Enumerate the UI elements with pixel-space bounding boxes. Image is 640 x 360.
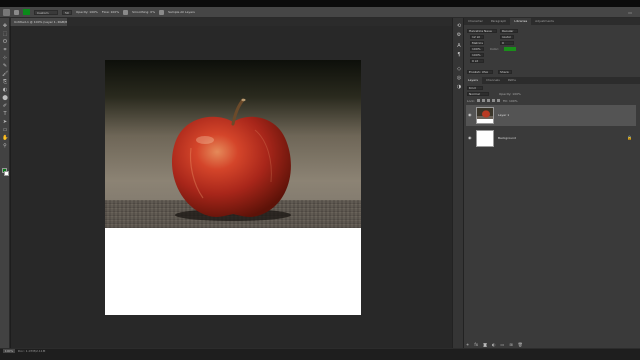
- paragraph-icon[interactable]: ¶: [456, 52, 462, 58]
- smoothing-option[interactable]: Smoothing: 0%: [132, 10, 155, 14]
- tools-panel: ✥ ⬚ ʘ ⌗ ⊹ ✎ 🖌 ⎘ ◐ ⬤ ✐ T ➤ ▭ ✋ ⚲: [0, 18, 10, 348]
- tab-paths[interactable]: Paths: [504, 77, 520, 84]
- document-tab-bar: [0, 18, 458, 26]
- layer-name[interactable]: Layer 1: [498, 113, 509, 117]
- properties-icon[interactable]: ⚙: [456, 32, 462, 38]
- channels-icon[interactable]: ◎: [456, 75, 462, 81]
- layers-tabs: Layers Channels Paths: [464, 77, 640, 84]
- font-style-field[interactable]: Regular: [500, 29, 518, 33]
- lock-artboard-icon[interactable]: [492, 99, 495, 102]
- new-layer-icon[interactable]: ⊞: [509, 343, 512, 347]
- history-icon[interactable]: ⟲: [456, 23, 462, 29]
- layer-row-layer-1[interactable]: ◉ Layer 1: [466, 105, 636, 126]
- zoom-tool-icon[interactable]: ⚲: [2, 144, 8, 149]
- opacity-option[interactable]: Opacity: 100%: [76, 10, 98, 14]
- leading-field[interactable]: (Auto): [500, 35, 514, 39]
- antialias-field[interactable]: Sharp: [498, 70, 512, 74]
- type-tool-icon[interactable]: T: [2, 112, 8, 117]
- layers-filter-field[interactable]: Kind: [467, 86, 483, 90]
- tab-channels[interactable]: Channels: [482, 77, 504, 84]
- layer-thumbnail: [476, 107, 494, 124]
- brush-size-field[interactable]: 50: [62, 9, 72, 15]
- apple-photo-layer[interactable]: [105, 60, 361, 228]
- document-info: Doc: 1.07M/2.11M: [18, 349, 46, 353]
- baseline-shift-field[interactable]: 0 pt: [470, 59, 484, 63]
- delete-layer-icon[interactable]: 🗑: [518, 343, 523, 347]
- lock-icons: [477, 99, 500, 102]
- tab-layers[interactable]: Layers: [464, 77, 482, 84]
- add-mask-icon[interactable]: ◙: [483, 343, 487, 347]
- tracking-field[interactable]: 0: [500, 41, 514, 45]
- move-tool-icon[interactable]: ✥: [2, 24, 8, 29]
- layer-opacity[interactable]: Opacity: 100%: [499, 92, 521, 96]
- zoom-level-field[interactable]: 100%: [3, 349, 15, 353]
- panels-dock: Character Paragraph Libraries Adjustment…: [464, 18, 640, 348]
- hand-tool-icon[interactable]: ✋: [2, 136, 8, 141]
- layer-name[interactable]: Background: [498, 136, 516, 140]
- lock-label: Lock:: [467, 99, 475, 103]
- lock-paint-icon[interactable]: [482, 99, 485, 102]
- path-select-tool-icon[interactable]: ➤: [2, 120, 8, 125]
- link-layers-icon[interactable]: ⚭: [466, 343, 469, 347]
- lasso-tool-icon[interactable]: ʘ: [2, 40, 8, 45]
- eyedropper-tool-icon[interactable]: ⊹: [2, 56, 8, 61]
- tool-preset-icon[interactable]: [3, 8, 10, 16]
- tab-paragraph[interactable]: Paragraph: [487, 18, 510, 25]
- color-label: Color:: [490, 47, 499, 51]
- flow-option[interactable]: Flow: 100%: [102, 10, 119, 14]
- layer-fill[interactable]: Fill: 100%: [503, 99, 518, 103]
- tab-adjustments[interactable]: Adjustments: [531, 18, 558, 25]
- visibility-eye-icon[interactable]: ◉: [468, 113, 472, 117]
- layer-thumbnail: [476, 130, 494, 147]
- clone-stamp-tool-icon[interactable]: ⎘: [2, 80, 8, 85]
- document-tab[interactable]: Untitled-1 @ 100% (Layer 1, RGB/8#) *: [11, 18, 67, 26]
- healing-tool-icon[interactable]: ✎: [2, 64, 8, 69]
- gear-icon[interactable]: [159, 9, 165, 15]
- fill-color-swatch[interactable]: [23, 9, 30, 15]
- app-menu-bar: [0, 0, 640, 7]
- horizontal-scale-field[interactable]: 100%: [470, 53, 484, 57]
- tab-libraries[interactable]: Libraries: [510, 18, 532, 25]
- paths-icon[interactable]: ◑: [456, 84, 462, 90]
- collapsed-panels-strip: ⟲ ⚙ A ¶ ◇ ◎ ◑: [452, 18, 464, 348]
- layer-style-icon[interactable]: fx: [474, 343, 478, 347]
- workspace-icon[interactable]: ▭: [628, 10, 632, 15]
- kerning-field[interactable]: Metrics: [470, 41, 484, 45]
- tool-preset-field[interactable]: Custom: [34, 9, 58, 15]
- status-bar: [0, 348, 640, 360]
- lock-pixels-icon[interactable]: [477, 99, 480, 102]
- shape-tool-icon[interactable]: ▭: [2, 128, 8, 133]
- font-family-field[interactable]: Helvetica Neue: [467, 29, 497, 33]
- airbrush-icon[interactable]: [123, 9, 129, 15]
- font-size-field[interactable]: 12 pt: [470, 35, 484, 39]
- marquee-tool-icon[interactable]: ⬚: [2, 32, 8, 37]
- options-bar: Custom 50 Opacity: 100% Flow: 100% Smoot…: [0, 7, 640, 18]
- language-field[interactable]: English: USA: [467, 70, 493, 74]
- dodge-tool-icon[interactable]: ⬤: [2, 96, 8, 101]
- brush-preset-icon[interactable]: [14, 9, 19, 15]
- text-color-swatch[interactable]: [504, 47, 516, 51]
- vertical-scale-field[interactable]: 100%: [470, 47, 484, 51]
- gradient-tool-icon[interactable]: ◐: [2, 88, 8, 93]
- background-color-swatch[interactable]: [4, 171, 9, 176]
- brush-tool-icon[interactable]: 🖌: [2, 72, 8, 77]
- layer-row-background[interactable]: ◉ Background 🔒: [466, 128, 636, 149]
- pen-tool-icon[interactable]: ✐: [2, 104, 8, 109]
- sample-all-layers-option[interactable]: Sample All Layers: [168, 10, 195, 14]
- character-tabs: Character Paragraph Libraries Adjustment…: [464, 18, 640, 25]
- crop-tool-icon[interactable]: ⌗: [2, 48, 8, 53]
- character-icon[interactable]: A: [456, 43, 462, 49]
- blend-mode-select[interactable]: Normal: [467, 92, 489, 96]
- layers-icon[interactable]: ◇: [456, 66, 462, 72]
- lock-all-icon[interactable]: [497, 99, 500, 102]
- lock-move-icon[interactable]: [487, 99, 490, 102]
- adjustment-layer-icon[interactable]: ◐: [492, 343, 496, 347]
- lock-icon: 🔒: [627, 135, 632, 140]
- visibility-eye-icon[interactable]: ◉: [468, 136, 472, 140]
- tab-character[interactable]: Character: [464, 18, 487, 25]
- new-group-icon[interactable]: ▭: [501, 343, 505, 347]
- layers-panel-footer: ⚭ fx ◙ ◐ ▭ ⊞ 🗑: [466, 343, 523, 347]
